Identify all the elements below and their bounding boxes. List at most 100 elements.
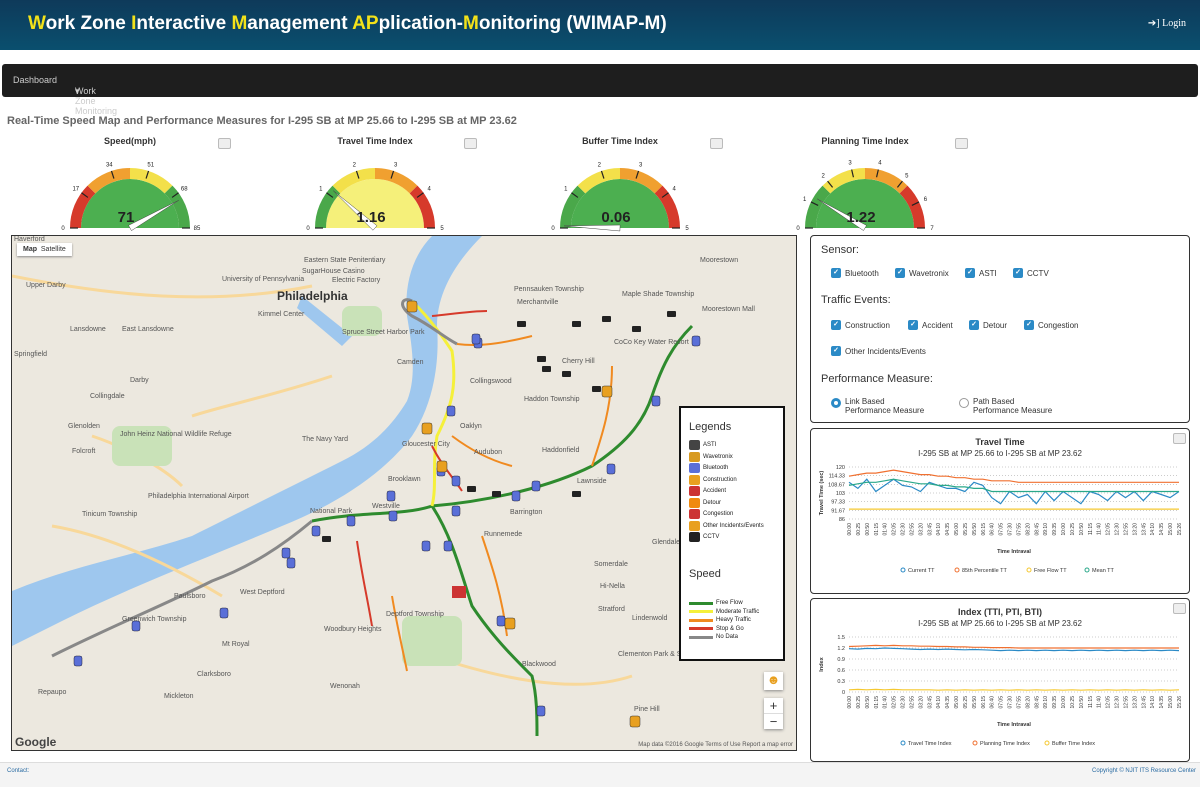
- x-tick-label: 13:20: [1132, 523, 1138, 536]
- legend-entry[interactable]: 85th Percentile TT: [954, 567, 1007, 574]
- map-place-label: Moorestown: [700, 257, 738, 264]
- x-tick-label: 10:25: [1070, 696, 1076, 709]
- construction-marker[interactable]: [421, 422, 433, 435]
- bluetooth-sensor-marker[interactable]: [73, 655, 83, 667]
- accident-marker[interactable]: [452, 586, 466, 598]
- cctv-marker[interactable]: [492, 491, 501, 497]
- bluetooth-sensor-marker[interactable]: [346, 515, 356, 527]
- bluetooth-sensor-marker[interactable]: [511, 490, 521, 502]
- radio-path-based[interactable]: Path Based Performance Measure: [959, 397, 1052, 415]
- legend-item: Detour: [689, 497, 721, 508]
- cctv-marker[interactable]: [517, 321, 526, 327]
- bluetooth-sensor-marker[interactable]: [451, 505, 461, 517]
- construction-marker[interactable]: [629, 715, 641, 728]
- cctv-marker[interactable]: [592, 386, 601, 392]
- bluetooth-sensor-marker[interactable]: [286, 557, 296, 569]
- construction-marker[interactable]: [406, 300, 418, 313]
- chart-export-icon[interactable]: [1173, 433, 1186, 444]
- gauge-export-icon[interactable]: [218, 138, 231, 149]
- title-segment: plication-: [378, 13, 464, 34]
- zoom-out-button[interactable]: −: [764, 713, 783, 729]
- bluetooth-sensor-marker[interactable]: [281, 547, 291, 559]
- gauge-export-icon[interactable]: [955, 138, 968, 149]
- radio-link-based[interactable]: Link Based Performance Measure: [831, 397, 924, 415]
- checkbox-other-incidents[interactable]: ✓ Other Incidents/Events: [831, 346, 926, 356]
- gauge-tick-label: 85: [194, 226, 201, 232]
- map-type-satellite[interactable]: Satellite: [41, 246, 66, 253]
- legend-speed-title: Speed: [689, 568, 721, 580]
- bluetooth-sensor-marker[interactable]: [388, 510, 398, 522]
- bluetooth-sensor-marker[interactable]: [421, 540, 431, 552]
- bluetooth-sensor-marker[interactable]: [386, 490, 396, 502]
- cctv-marker[interactable]: [667, 311, 676, 317]
- bluetooth-sensor-marker[interactable]: [496, 615, 506, 627]
- y-tick-label: 114.33: [829, 474, 845, 480]
- bluetooth-sensor-marker[interactable]: [606, 463, 616, 475]
- cctv-marker[interactable]: [537, 356, 546, 362]
- bluetooth-sensor-marker[interactable]: [451, 475, 461, 487]
- x-tick-label: 03:20: [918, 696, 924, 709]
- checkbox-construction[interactable]: ✓ Construction: [831, 320, 890, 330]
- cctv-marker[interactable]: [467, 486, 476, 492]
- cctv-marker[interactable]: [632, 326, 641, 332]
- bluetooth-sensor-marker[interactable]: [219, 607, 229, 619]
- legend-entry[interactable]: Current TT: [900, 567, 935, 574]
- cctv-marker[interactable]: [602, 316, 611, 322]
- chart-export-icon[interactable]: [1173, 603, 1186, 614]
- checkbox-bluetooth[interactable]: ✓ Bluetooth: [831, 268, 879, 278]
- gauge-tick-label: 5: [685, 226, 689, 232]
- legend-entry[interactable]: Planning Time Index: [972, 740, 1030, 747]
- gauge-export-icon[interactable]: [464, 138, 477, 149]
- nav-dashboard[interactable]: Dashboard: [13, 75, 57, 85]
- bluetooth-sensor-marker[interactable]: [531, 480, 541, 492]
- bluetooth-sensor-marker[interactable]: [536, 705, 546, 717]
- checkbox-detour[interactable]: ✓ Detour: [969, 320, 1007, 330]
- cctv-marker[interactable]: [542, 366, 551, 372]
- x-tick-label: 12:05: [1106, 696, 1112, 709]
- x-tick-label: 05:25: [963, 523, 969, 536]
- x-tick-label: 10:50: [1079, 696, 1085, 709]
- legend-entry[interactable]: Mean TT: [1084, 567, 1115, 574]
- checkbox-label: Other Incidents/Events: [845, 346, 926, 356]
- map-place-label: Kimmel Center: [258, 311, 305, 318]
- checkbox-wavetronix[interactable]: ✓ Wavetronix: [895, 268, 949, 278]
- map-type-control[interactable]: Map Satellite: [17, 243, 72, 256]
- x-tick-label: 00:00: [847, 696, 853, 709]
- legend-entry[interactable]: Buffer Time Index: [1044, 740, 1095, 747]
- bluetooth-sensor-marker[interactable]: [443, 540, 453, 552]
- login-link[interactable]: ➔] Login: [1148, 18, 1186, 29]
- construction-marker[interactable]: [436, 460, 448, 473]
- bluetooth-sensor-marker[interactable]: [471, 333, 481, 345]
- checkbox-cctv[interactable]: ✓ CCTV: [1013, 268, 1049, 278]
- contact-link[interactable]: Contact:: [7, 768, 29, 774]
- map-place-label: East Lansdowne: [122, 326, 174, 333]
- map-place-label: Stratford: [598, 606, 625, 613]
- gauge-export-icon[interactable]: [710, 138, 723, 149]
- bluetooth-sensor-marker[interactable]: [691, 335, 701, 347]
- speed-map[interactable]: Haverford Upper Darby University of Pennsy…: [11, 235, 797, 751]
- construction-marker[interactable]: [601, 385, 613, 398]
- legend-speed-item: Moderate Traffic: [689, 609, 759, 615]
- legend-entry[interactable]: Travel Time Index: [900, 740, 952, 747]
- checkbox-accident[interactable]: ✓ Accident: [908, 320, 953, 330]
- legend-entry[interactable]: Free Flow TT: [1026, 567, 1067, 574]
- cctv-marker[interactable]: [572, 491, 581, 497]
- bluetooth-sensor-marker[interactable]: [446, 405, 456, 417]
- checkbox-asti[interactable]: ✓ ASTI: [965, 268, 997, 278]
- map-place-label: Clarksboro: [197, 671, 231, 678]
- cctv-marker[interactable]: [572, 321, 581, 327]
- cctv-marker[interactable]: [322, 536, 331, 542]
- checkbox-label: Wavetronix: [909, 268, 949, 278]
- legend-marker: [1084, 567, 1090, 573]
- zoom-in-button[interactable]: +: [764, 698, 783, 713]
- construction-marker[interactable]: [504, 617, 516, 630]
- map-place-label: Camden: [397, 359, 424, 366]
- bluetooth-sensor-marker[interactable]: [311, 525, 321, 537]
- map-place-label: Hi-Nella: [600, 583, 625, 590]
- map-type-map[interactable]: Map: [23, 246, 37, 253]
- map-place-label: University of Pennsylvania: [222, 276, 304, 283]
- bluetooth-sensor-marker[interactable]: [651, 395, 661, 407]
- checkbox-congestion[interactable]: ✓ Congestion: [1024, 320, 1078, 330]
- pegman-icon[interactable]: ☻: [764, 672, 783, 690]
- cctv-marker[interactable]: [562, 371, 571, 377]
